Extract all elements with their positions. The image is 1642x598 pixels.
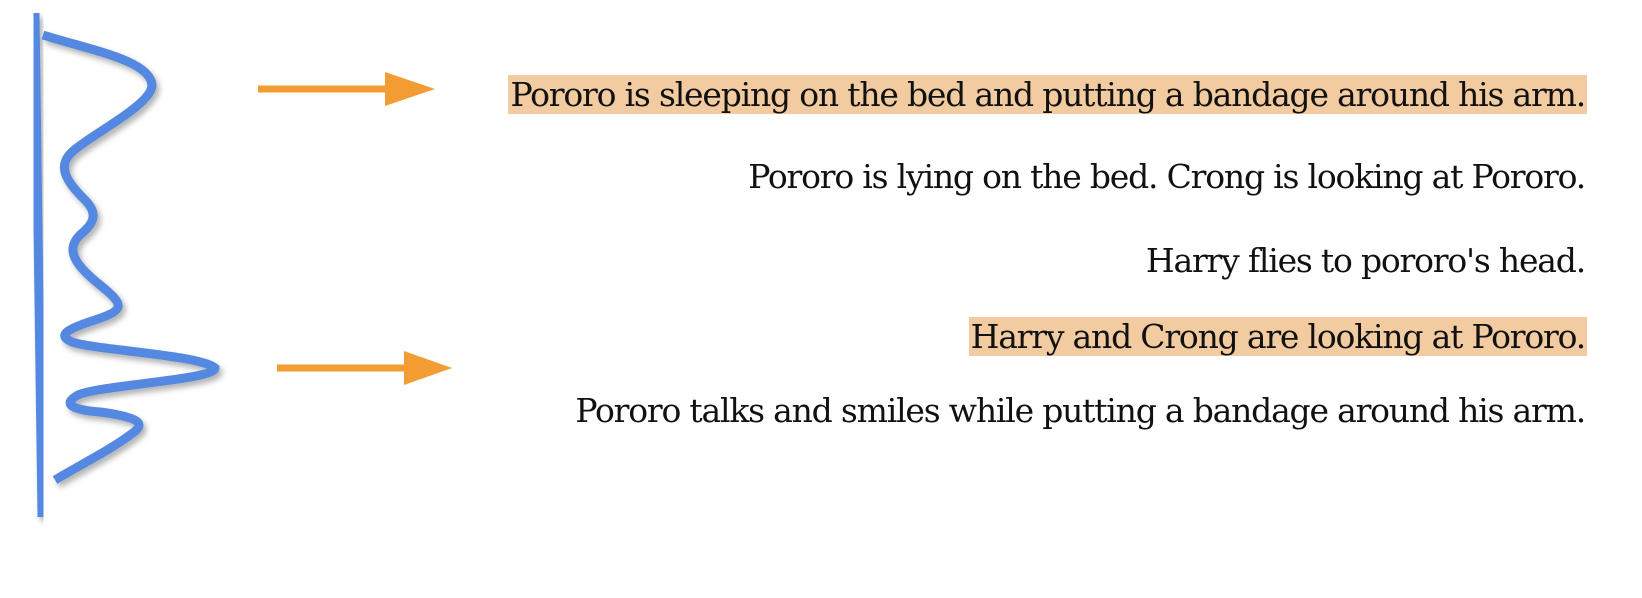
vertical-axis-line (30, 12, 47, 518)
arrow-2 (277, 351, 452, 385)
caption-5: Pororo talks and smiles while putting a … (575, 391, 1586, 430)
caption-1-highlighted: Pororo is sleeping on the bed and puttin… (508, 75, 1587, 114)
arrow-1 (258, 72, 435, 106)
caption-list: Pororo is sleeping on the bed and puttin… (507, 74, 1587, 432)
caption-3: Harry flies to pororo's head. (1145, 241, 1586, 280)
caption-4-highlighted: Harry and Crong are looking at Pororo. (968, 317, 1587, 356)
score-curve (41, 30, 220, 484)
caption-2: Pororo is lying on the bed. Crong is loo… (748, 157, 1586, 196)
